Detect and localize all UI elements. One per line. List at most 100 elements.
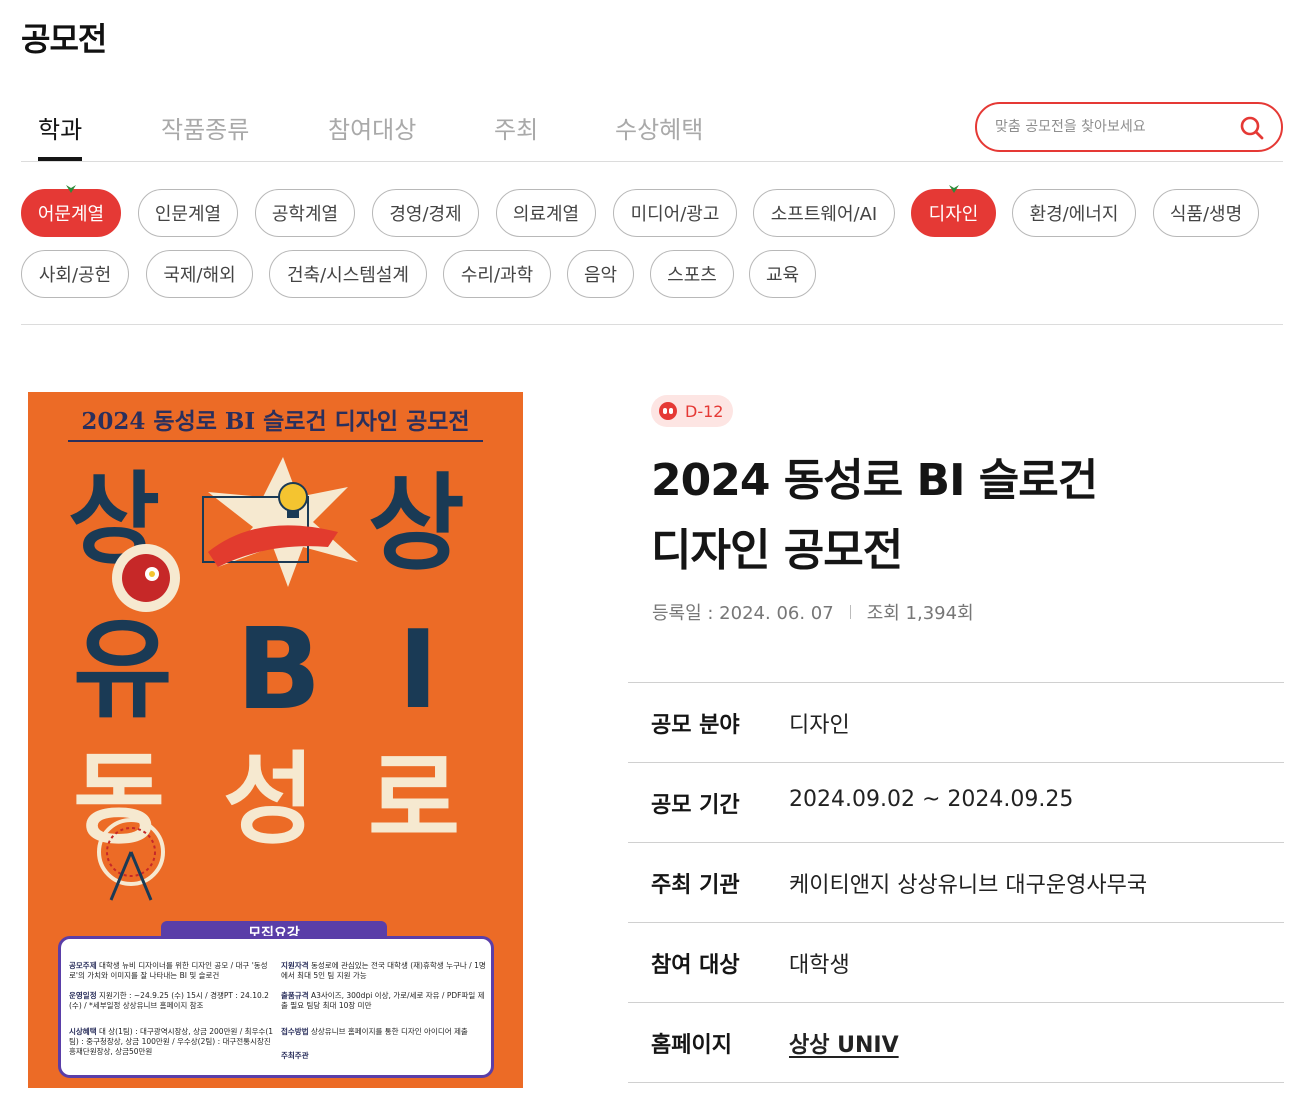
contest-poster: 2024 동성로 BI 슬로건 디자인 공모전 상 상 유 B I 동 성 로 …	[28, 392, 523, 1088]
chip-music[interactable]: 음악	[567, 250, 634, 298]
recruit-row: 시상혜택 대 상(1팀) : 대구광역시장상, 상금 200만원 / 최우수(1…	[69, 1027, 274, 1057]
contest-title: 2024 동성로 BI 슬로건 디자인 공모전	[651, 446, 1251, 586]
tab-work-type[interactable]: 작품종류	[161, 110, 249, 145]
info-row-target: 참여 대상 대학생	[628, 923, 1284, 1003]
chip-label: 스포츠	[667, 265, 717, 286]
recruit-row-text: 대학생 뉴비 디자이너를 위한 디자인 공모 / 대구 '동성로'의 가치와 이…	[69, 961, 268, 981]
dday-badge: D-12	[651, 395, 734, 427]
info-row-homepage: 홈페이지 상상 UNIV	[628, 1003, 1284, 1083]
recruit-row: 주최주관	[281, 1051, 489, 1061]
chip-label: 어문계열	[37, 204, 105, 225]
chip-label: 국제/해외	[163, 265, 236, 286]
leaf-icon	[66, 185, 76, 193]
tomato-icon	[659, 402, 677, 420]
chip-label: 인문계열	[154, 204, 222, 225]
chip-media[interactable]: 미디어/광고	[613, 189, 737, 237]
chip-sports[interactable]: 스포츠	[650, 250, 734, 298]
contest-meta: 등록일 : 2024. 06. 07 조회 1,394회	[652, 599, 974, 625]
chip-math-science[interactable]: 수리/과학	[443, 250, 551, 298]
chip-label: 소프트웨어/AI	[770, 204, 878, 225]
recruit-row-text: A3사이즈, 300dpi 이상, 가로/세로 자유 / PDF파일 제출 필요…	[281, 991, 485, 1011]
chip-label: 디자인	[928, 204, 979, 225]
chip-food-bio[interactable]: 식품/생명	[1153, 189, 1259, 237]
info-value: 2024.09.02 ~ 2024.09.25	[789, 787, 1074, 812]
info-value: 대학생	[789, 953, 850, 978]
recruit-row-text: 동성로에 관심있는 전국 대학생 (재)휴학생 누구나 / 1명에서 최대 5인…	[281, 961, 486, 981]
meta-separator	[849, 605, 851, 619]
chip-international[interactable]: 국제/해외	[146, 250, 253, 298]
dday-label: D-12	[685, 401, 724, 421]
contest-title-line: 디자인 공모전	[651, 525, 903, 576]
poster-letter: 상	[368, 463, 465, 585]
chip-engineering[interactable]: 공학계열	[255, 189, 355, 237]
info-label: 공모 기간	[651, 793, 740, 818]
recruit-row: 출품규격 A3사이즈, 300dpi 이상, 가로/세로 자유 / PDF파일 …	[281, 991, 489, 1011]
chip-label: 미디어/광고	[630, 204, 720, 225]
chip-label: 수리/과학	[460, 265, 534, 286]
chip-label: 환경/에너지	[1029, 204, 1119, 225]
view-count: 조회 1,394회	[866, 603, 974, 624]
section-divider	[21, 324, 1283, 325]
chip-education[interactable]: 교육	[749, 250, 816, 298]
chip-label: 교육	[765, 265, 800, 286]
info-row-period: 공모 기간 2024.09.02 ~ 2024.09.25	[628, 763, 1284, 843]
recruit-row-label: 공모주제	[69, 961, 97, 970]
chip-environment[interactable]: 환경/에너지	[1012, 189, 1136, 237]
search-input[interactable]	[995, 116, 1225, 138]
chip-label: 식품/생명	[1169, 204, 1243, 225]
recruit-row: 운영일정 지원기한 : ~24.9.25 (수) 15시 / 경쟁PT : 24…	[69, 991, 274, 1011]
recruit-row-label: 시상혜택	[69, 1027, 97, 1036]
chip-label: 경영/경제	[389, 204, 462, 225]
info-label: 참여 대상	[651, 953, 740, 978]
recruit-row-text: 대 상(1팀) : 대구광역시장상, 상금 200만원 / 최우수(1팀) : …	[69, 1027, 274, 1057]
info-label: 홈페이지	[651, 1033, 732, 1058]
poster-letter: 유	[73, 608, 173, 733]
poster-title: 2024 동성로 BI 슬로건 디자인 공모전	[81, 408, 470, 435]
recruit-row: 접수방법 상상유니브 홈페이지를 통한 디자인 아이디어 제출	[281, 1027, 489, 1037]
chip-label: 의료계열	[512, 204, 580, 225]
chip-label: 건축/시스템설계	[287, 265, 409, 286]
chip-humanities[interactable]: 인문계열	[138, 189, 238, 237]
ferris-wheel-illustration	[97, 818, 165, 901]
poster-divider	[68, 440, 483, 442]
recruit-row-text: 지원기한 : ~24.9.25 (수) 15시 / 경쟁PT : 24.10.2…	[69, 991, 269, 1011]
info-row-field: 공모 분야 디자인	[628, 683, 1284, 763]
contest-info-table: 공모 분야 디자인 공모 기간 2024.09.02 ~ 2024.09.25 …	[628, 682, 1284, 1083]
recruit-row-label: 지원자격	[281, 961, 309, 970]
chip-design[interactable]: 디자인	[911, 185, 996, 237]
chip-architecture[interactable]: 건축/시스템설계	[269, 250, 427, 298]
poster-letter: B	[236, 605, 322, 735]
chip-label: 사회/공헌	[38, 265, 112, 286]
recruit-row-label: 출품규격	[281, 991, 309, 1000]
recruit-row: 공모주제 대학생 뉴비 디자이너를 위한 디자인 공모 / 대구 '동성로'의 …	[69, 961, 274, 981]
tab-host[interactable]: 주최	[494, 110, 538, 145]
chip-label: 음악	[583, 265, 618, 286]
registered-date: 등록일 : 2024. 06. 07	[652, 603, 834, 624]
chip-language[interactable]: 어문계열	[21, 185, 121, 237]
chip-label: 공학계열	[271, 204, 339, 225]
recruit-row-text: 상상유니브 홈페이지를 통한 디자인 아이디어 제출	[311, 1027, 468, 1036]
tab-department[interactable]: 학과	[38, 110, 83, 161]
recruit-row-label: 운영일정	[69, 991, 97, 1000]
poster-letter: I	[398, 608, 439, 733]
info-label: 공모 분야	[651, 713, 740, 738]
food-bowl-illustration	[112, 544, 180, 612]
chip-software-ai[interactable]: 소프트웨어/AI	[753, 189, 895, 237]
poster-letter: 로	[368, 741, 460, 858]
tab-awards[interactable]: 수상혜택	[615, 110, 703, 145]
recruit-row-label: 접수방법	[281, 1027, 309, 1036]
info-row-host: 주최 기관 케이티앤지 상상유니브 대구운영사무국	[628, 843, 1284, 923]
burst-illustration	[202, 457, 358, 587]
info-value: 디자인	[789, 713, 850, 738]
info-label: 주최 기관	[651, 873, 740, 898]
homepage-link[interactable]: 상상 UNIV	[789, 1027, 899, 1059]
tab-participants[interactable]: 참여대상	[328, 110, 416, 145]
recruit-row-label: 주최주관	[281, 1051, 309, 1060]
recruit-info-box: 공모주제 대학생 뉴비 디자이너를 위한 디자인 공모 / 대구 '동성로'의 …	[58, 936, 494, 1078]
search-icon[interactable]	[1239, 115, 1265, 141]
leaf-icon	[948, 185, 959, 193]
info-value: 케이티앤지 상상유니브 대구운영사무국	[789, 873, 1148, 898]
chip-social[interactable]: 사회/공헌	[21, 250, 129, 298]
chip-business[interactable]: 경영/경제	[372, 189, 479, 237]
chip-medical[interactable]: 의료계열	[496, 189, 596, 237]
